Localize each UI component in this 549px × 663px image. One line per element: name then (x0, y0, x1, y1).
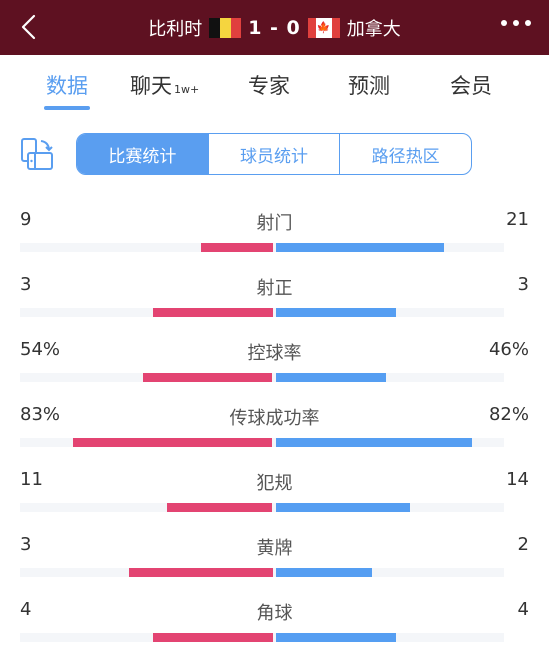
away-bar (275, 373, 386, 382)
tab-membership[interactable]: 会员 (450, 70, 492, 100)
home-team-name: 比利时 (148, 18, 203, 40)
away-bar (275, 243, 444, 252)
home-bar (152, 308, 273, 317)
home-bar (128, 568, 273, 577)
chevron-left-icon[interactable] (14, 12, 44, 42)
away-bar (275, 503, 410, 512)
stat-row-corners: 4 角球 4 (0, 595, 549, 655)
stat-row-yellow-cards: 3 黄牌 2 (0, 530, 549, 590)
home-bar (166, 503, 273, 512)
belgium-flag-icon (209, 17, 242, 38)
stat-label: 射正 (256, 278, 293, 299)
stat-label: 射门 (256, 213, 293, 234)
match-title: 比利时 1 - 0 🍁 加拿大 (148, 15, 401, 41)
away-value: 3 (517, 274, 529, 295)
stat-label: 控球率 (247, 343, 302, 364)
stat-row-possession: 54% 控球率 46% (0, 335, 549, 395)
away-value: 2 (517, 534, 529, 555)
segment-heatmap[interactable]: 路径热区 (340, 134, 471, 174)
match-score: 1 - 0 (248, 16, 301, 39)
away-bar (275, 568, 372, 577)
stat-row-fouls: 11 犯规 14 (0, 465, 549, 525)
away-value: 14 (506, 469, 529, 490)
stat-row-shots-on-target: 3 射正 3 (0, 270, 549, 330)
segment-player-stats[interactable]: 球员统计 (209, 134, 341, 174)
stat-label: 角球 (256, 603, 293, 624)
stats-segmented-control: 比赛统计 球员统计 路径热区 (76, 133, 472, 175)
more-dots-icon[interactable] (501, 20, 531, 26)
canada-flag-icon: 🍁 (307, 17, 340, 38)
away-value: 4 (517, 599, 529, 620)
home-bar (73, 438, 273, 447)
away-team-name: 加拿大 (346, 18, 401, 40)
away-bar (275, 633, 396, 642)
stat-row-pass-accuracy: 83% 传球成功率 82% (0, 400, 549, 460)
match-header: 比利时 1 - 0 🍁 加拿大 (0, 0, 549, 55)
segment-match-stats[interactable]: 比赛统计 (77, 134, 209, 174)
main-tabs: 数据 聊天 1w+ 专家 预测 会员 (0, 62, 549, 117)
away-value: 21 (506, 209, 529, 230)
home-bar (142, 373, 273, 382)
away-bar (275, 308, 396, 317)
away-bar (275, 438, 473, 447)
home-bar (200, 243, 273, 252)
tab-data[interactable]: 数据 (46, 70, 88, 100)
chat-count-badge: 1w+ (174, 83, 200, 96)
away-value: 46% (488, 339, 529, 360)
stat-label: 黄牌 (256, 538, 293, 559)
stat-row-shots: 9 射门 21 (0, 205, 549, 265)
tab-chat[interactable]: 聊天 1w+ (130, 70, 199, 100)
away-value: 82% (488, 404, 529, 425)
swap-orientation-icon[interactable] (20, 137, 54, 171)
stat-label: 犯规 (256, 473, 293, 494)
home-bar (152, 633, 273, 642)
tab-experts[interactable]: 专家 (248, 70, 290, 100)
tab-predictions[interactable]: 预测 (348, 70, 390, 100)
stats-subnav: 比赛统计 球员统计 路径热区 (0, 133, 549, 175)
stat-label: 传球成功率 (229, 408, 320, 429)
active-tab-indicator (44, 106, 90, 110)
